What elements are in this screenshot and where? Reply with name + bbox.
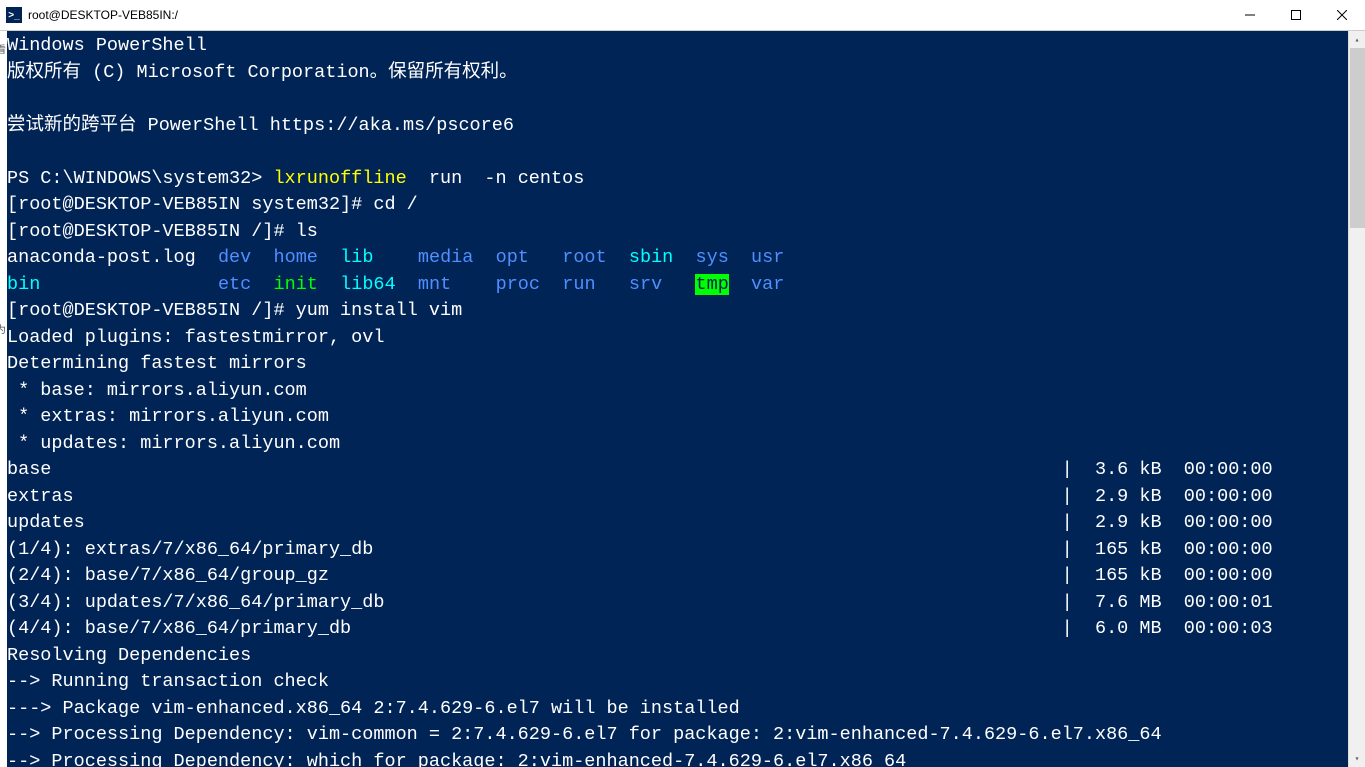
titlebar[interactable]: >_ root@DESKTOP-VEB85IN:/ [0, 0, 1365, 31]
left-window-edge: 看 为 [0, 31, 6, 767]
ls-item: lib64 [340, 274, 396, 295]
ls-item: anaconda-post.log [7, 247, 196, 268]
ls-item: init [273, 274, 317, 295]
ps-prompt: PS C:\WINDOWS\system32> [7, 168, 273, 189]
ls-item: dev [218, 247, 251, 268]
minimize-button[interactable] [1227, 0, 1273, 31]
ls-item: opt [496, 247, 529, 268]
window-controls [1227, 0, 1365, 31]
cmd-token: centos [518, 168, 585, 189]
intro-line: 版权所有 (C) Microsoft Corporation。保留所有权利。 [7, 62, 518, 83]
yum-line: Loaded plugins: fastestmirror, ovl [7, 327, 384, 348]
terminal-output: Windows PowerShell 版权所有 (C) Microsoft Co… [7, 33, 1365, 767]
yum-line: ---> Package vim-enhanced.x86_64 2:7.4.6… [7, 698, 740, 719]
ls-item: srv [629, 274, 662, 295]
ls-item: etc [218, 274, 251, 295]
scroll-up-arrow[interactable]: ▴ [1349, 31, 1365, 48]
edge-char: 为 [0, 321, 6, 336]
cmd-token: lxrunoffline [273, 168, 417, 189]
ls-item: sys [696, 247, 729, 268]
ls-item: run [562, 274, 595, 295]
maximize-icon [1291, 10, 1301, 20]
ls-item: root [562, 247, 606, 268]
window-title: root@DESKTOP-VEB85IN:/ [28, 8, 1227, 22]
yum-line: --> Processing Dependency: which for pac… [7, 751, 906, 767]
yum-line: * base: mirrors.aliyun.com [7, 380, 307, 401]
close-button[interactable] [1319, 0, 1365, 31]
ls-item: bin [7, 274, 40, 295]
edge-char: 看 [0, 41, 6, 56]
powershell-window: >_ root@DESKTOP-VEB85IN:/ Windows PowerS… [0, 0, 1365, 767]
ls-item: proc [496, 274, 540, 295]
ls-item: home [273, 247, 317, 268]
close-icon [1337, 10, 1347, 20]
ls-item: media [418, 247, 474, 268]
cmd-token: run -n [418, 168, 518, 189]
vertical-scrollbar[interactable]: ▴ ▾ [1348, 31, 1365, 767]
ls-item: sbin [629, 247, 673, 268]
intro-line: Windows PowerShell [7, 35, 207, 56]
yum-line: * updates: mirrors.aliyun.com [7, 433, 340, 454]
terminal-area[interactable]: Windows PowerShell 版权所有 (C) Microsoft Co… [0, 31, 1365, 767]
yum-line: Determining fastest mirrors [7, 353, 307, 374]
scroll-down-arrow[interactable]: ▾ [1349, 750, 1365, 767]
yum-line: * extras: mirrors.aliyun.com [7, 406, 329, 427]
shell-line: [root@DESKTOP-VEB85IN /]# ls [7, 221, 318, 242]
ls-item: tmp [695, 274, 728, 295]
powershell-icon: >_ [6, 7, 22, 23]
maximize-button[interactable] [1273, 0, 1319, 31]
intro-line: 尝试新的跨平台 PowerShell https://aka.ms/pscore… [7, 115, 514, 136]
ls-item: mnt [418, 274, 451, 295]
yum-line: Resolving Dependencies [7, 645, 251, 666]
ls-item: lib [340, 247, 373, 268]
yum-line: --> Processing Dependency: vim-common = … [7, 724, 1162, 745]
minimize-icon [1245, 10, 1255, 20]
shell-line: [root@DESKTOP-VEB85IN system32]# cd / [7, 194, 418, 215]
scrollbar-thumb[interactable] [1350, 48, 1365, 228]
shell-line: [root@DESKTOP-VEB85IN /]# yum install vi… [7, 300, 462, 321]
yum-line: --> Running transaction check [7, 671, 329, 692]
ls-item: usr [751, 247, 784, 268]
ls-item: var [751, 274, 784, 295]
